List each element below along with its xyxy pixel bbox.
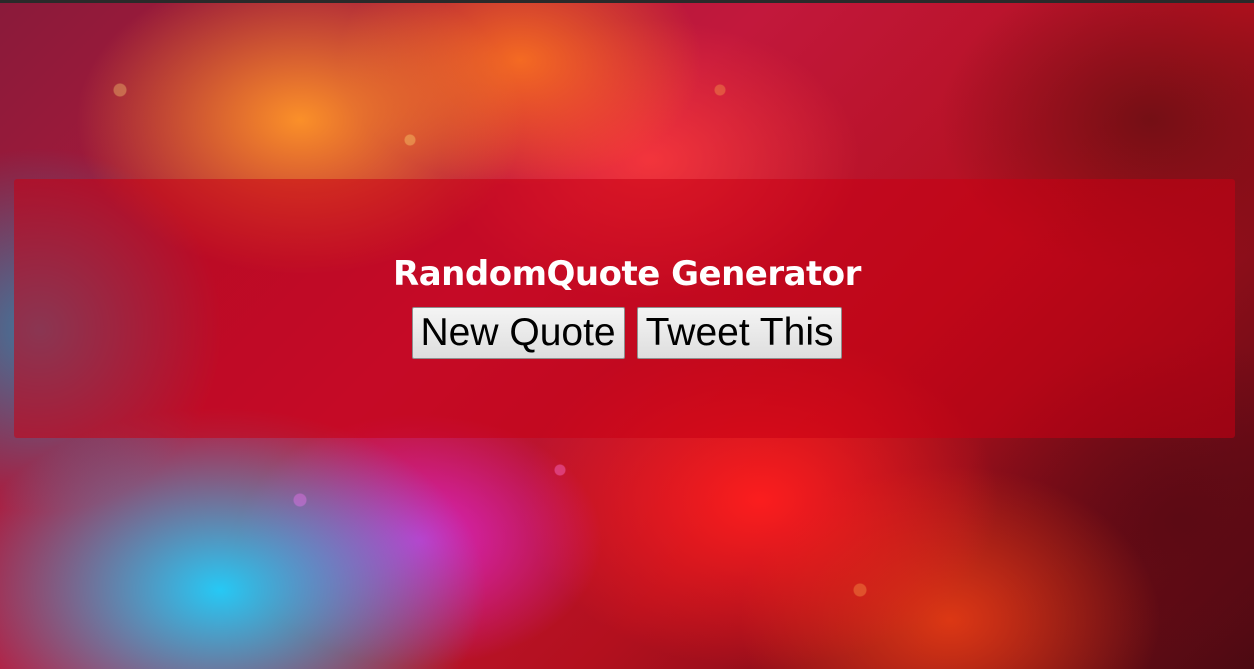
page-title: RandomQuote Generator (393, 254, 861, 294)
window-top-border (0, 0, 1254, 3)
tweet-button[interactable]: Tweet This (636, 307, 843, 359)
button-row: New Quote Tweet This (0, 307, 1254, 359)
new-quote-button[interactable]: New Quote (411, 307, 625, 359)
